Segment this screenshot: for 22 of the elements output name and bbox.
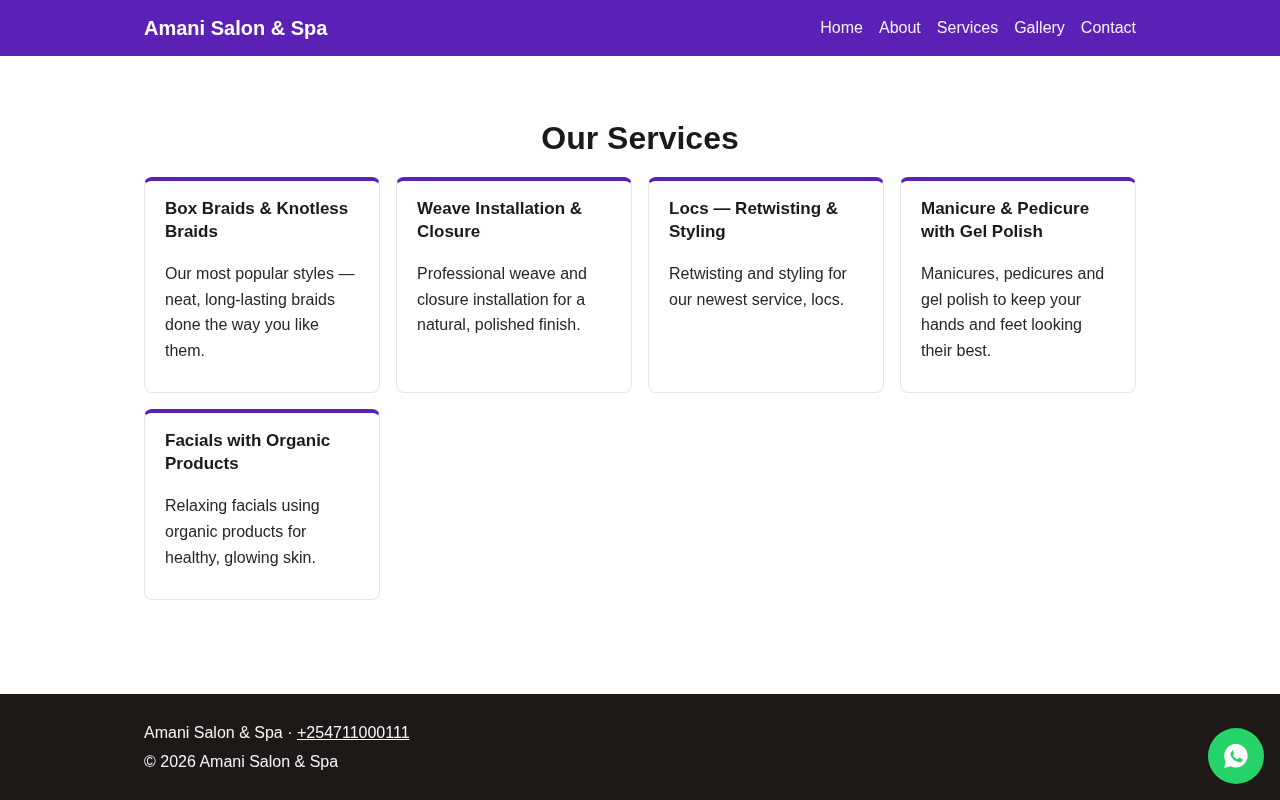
card-description: Relaxing facials using organic products for healthy, glowing skin. xyxy=(165,496,321,568)
card-title: Facials with Organic Products xyxy=(165,430,332,476)
card-description: Professional weave and closure installation for a natural, polished finish. xyxy=(417,264,588,336)
card-description: Manicures, pedicures and gel polish to keep your hands and feet looking their best. xyxy=(921,264,1106,361)
card-title: Weave Installation & Closure xyxy=(417,198,583,243)
nav-link[interactable]: Home xyxy=(820,19,863,37)
nav-link[interactable]: About xyxy=(879,19,921,37)
nav-link[interactable]: Gallery xyxy=(1014,19,1065,37)
nav-link[interactable]: Contact xyxy=(1080,19,1136,37)
phone-link[interactable]: +254711000111 xyxy=(297,724,410,741)
card-description: Our most popular styles — neat, long-lasting braids done the way you like them. xyxy=(165,264,356,361)
nav-link[interactable]: Services xyxy=(936,19,999,37)
card-title: Box Braids & Knotless Braids xyxy=(165,198,350,243)
footer-business-name: Amani Salon & Spa · xyxy=(144,724,293,741)
brand-name[interactable]: Amani Salon & Spa xyxy=(144,16,328,40)
copyright-text: © 2026 Amani Salon & Spa xyxy=(144,753,339,770)
section-heading: Our Services xyxy=(540,119,740,157)
card-title: Locs — Retwisting & Styling xyxy=(669,198,840,243)
phone-bubble-icon xyxy=(1224,744,1248,768)
card-title: Manicure & Pedicure with Gel Polish xyxy=(921,198,1091,243)
chat-button[interactable] xyxy=(1208,728,1264,784)
card-description: Retwisting and styling for our newest service, locs. xyxy=(669,264,848,310)
